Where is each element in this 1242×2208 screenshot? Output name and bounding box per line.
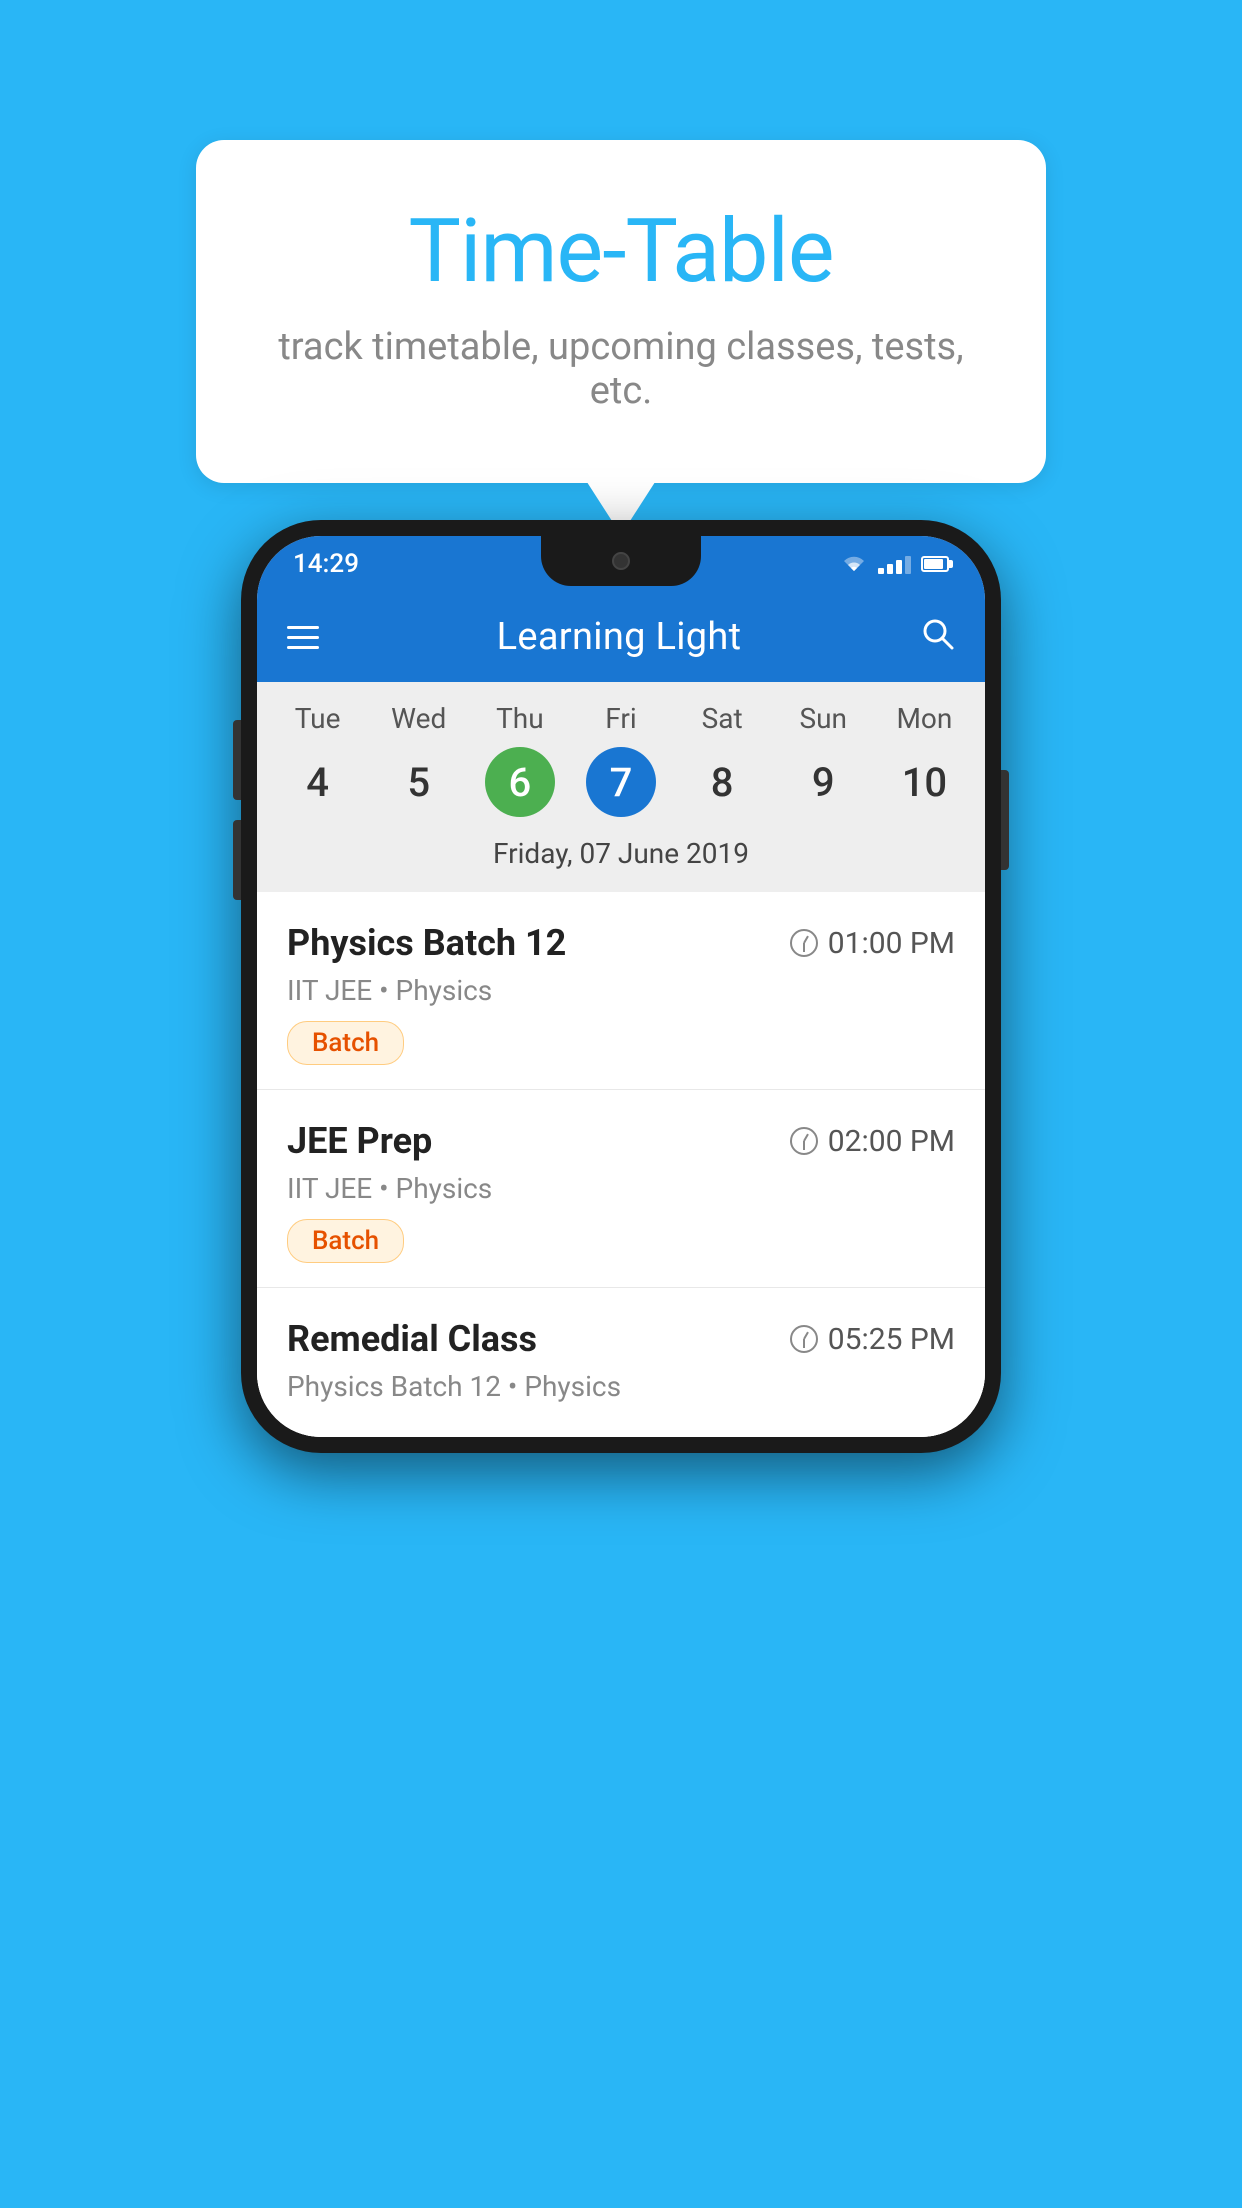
- schedule-item-3-header: Remedial Class 05:25 PM: [287, 1318, 955, 1360]
- schedule-item-2-title: JEE Prep: [287, 1120, 432, 1162]
- schedule-item-2-sub: IIT JEE • Physics: [287, 1172, 955, 1205]
- schedule-item-3-time-text: 05:25 PM: [828, 1322, 955, 1357]
- schedule-item-2-tag: Batch: [287, 1219, 404, 1263]
- hero-subtitle: track timetable, upcoming classes, tests…: [276, 325, 966, 413]
- date-5[interactable]: 5: [368, 747, 469, 817]
- schedule-item-3-sub: Physics Batch 12 • Physics: [287, 1370, 955, 1403]
- schedule-item-2-time-text: 02:00 PM: [828, 1124, 955, 1159]
- search-button[interactable]: [919, 615, 955, 660]
- status-time: 14:29: [293, 549, 359, 579]
- day-sun: Sun: [773, 702, 874, 735]
- volume-down-button: [233, 820, 241, 900]
- schedule-item-1-time: 01:00 PM: [790, 926, 955, 961]
- clock-icon-3: [790, 1325, 818, 1353]
- date-8[interactable]: 8: [672, 747, 773, 817]
- day-headers: Tue Wed Thu Fri Sat Sun Mon: [257, 702, 985, 735]
- status-icons: [840, 553, 949, 575]
- date-9[interactable]: 9: [773, 747, 874, 817]
- front-camera: [612, 552, 630, 570]
- schedule-item-3-time: 05:25 PM: [790, 1322, 955, 1357]
- day-tue: Tue: [267, 702, 368, 735]
- signal-icon: [878, 554, 911, 574]
- phone-notch: [541, 536, 701, 586]
- schedule-item-1-time-text: 01:00 PM: [828, 926, 955, 961]
- clock-icon-2: [790, 1127, 818, 1155]
- phone-frame: 14:29: [241, 520, 1001, 1453]
- date-6-today[interactable]: 6: [485, 747, 555, 817]
- schedule-item-1-sub: IIT JEE • Physics: [287, 974, 955, 1007]
- app-title: Learning Light: [497, 615, 742, 659]
- hero-section: Time-Table track timetable, upcoming cla…: [0, 0, 1242, 483]
- menu-button[interactable]: [287, 626, 319, 649]
- date-10[interactable]: 10: [874, 747, 975, 817]
- schedule-item-2[interactable]: JEE Prep 02:00 PM IIT JEE • Physics Batc…: [257, 1090, 985, 1288]
- schedule-item-2-time: 02:00 PM: [790, 1124, 955, 1159]
- date-7-selected[interactable]: 7: [586, 747, 656, 817]
- day-fri: Fri: [570, 702, 671, 735]
- hero-title: Time-Table: [276, 200, 966, 303]
- wifi-icon: [840, 553, 868, 575]
- schedule-item-1[interactable]: Physics Batch 12 01:00 PM IIT JEE • Phys…: [257, 892, 985, 1090]
- clock-icon-1: [790, 929, 818, 957]
- schedule-item-1-tag: Batch: [287, 1021, 404, 1065]
- schedule-item-2-header: JEE Prep 02:00 PM: [287, 1120, 955, 1162]
- selected-date-label: Friday, 07 June 2019: [257, 829, 985, 882]
- schedule-item-3-title: Remedial Class: [287, 1318, 537, 1360]
- day-thu: Thu: [469, 702, 570, 735]
- calendar-section: Tue Wed Thu Fri Sat Sun Mon 4 5 6 7 8 9 …: [257, 682, 985, 892]
- volume-up-button: [233, 720, 241, 800]
- app-bar: Learning Light: [257, 592, 985, 682]
- schedule-item-1-title: Physics Batch 12: [287, 922, 566, 964]
- speech-bubble: Time-Table track timetable, upcoming cla…: [196, 140, 1046, 483]
- schedule-item-1-header: Physics Batch 12 01:00 PM: [287, 922, 955, 964]
- battery-icon: [921, 556, 949, 572]
- schedule-item-3[interactable]: Remedial Class 05:25 PM Physics Batch 12…: [257, 1288, 985, 1437]
- phone-mockup: 14:29: [241, 520, 1001, 1453]
- power-button: [1001, 770, 1009, 870]
- day-sat: Sat: [672, 702, 773, 735]
- day-wed: Wed: [368, 702, 469, 735]
- phone-screen: 14:29: [257, 536, 985, 1437]
- day-mon: Mon: [874, 702, 975, 735]
- schedule-list: Physics Batch 12 01:00 PM IIT JEE • Phys…: [257, 892, 985, 1437]
- date-4[interactable]: 4: [267, 747, 368, 817]
- day-numbers: 4 5 6 7 8 9 10: [257, 747, 985, 817]
